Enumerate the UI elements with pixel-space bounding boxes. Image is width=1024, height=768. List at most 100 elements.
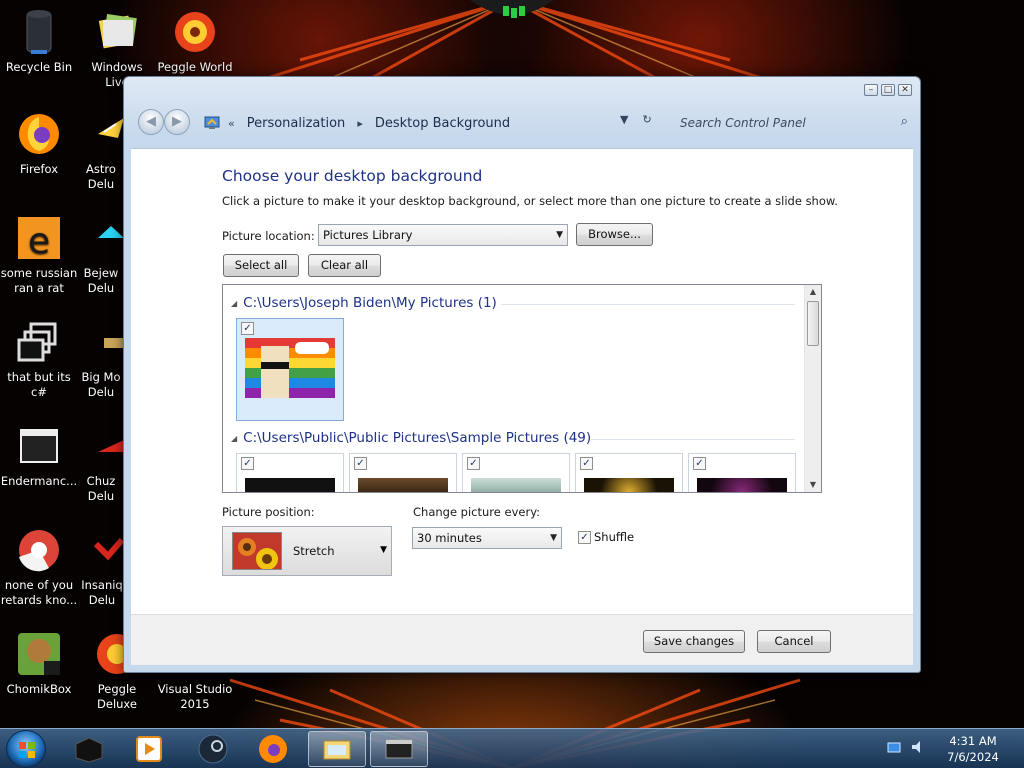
picture-position-label: Picture position:: [222, 505, 315, 519]
network-icon[interactable]: [886, 739, 902, 755]
breadcrumb-personalization[interactable]: Personalization: [243, 116, 350, 131]
gallery-scrollbar[interactable]: ▲ ▼: [804, 285, 821, 492]
thumbnail-sample-2[interactable]: ✓: [349, 453, 457, 492]
breadcrumb-desktop-background[interactable]: Desktop Background: [371, 116, 514, 131]
clear-all-button[interactable]: Clear all: [308, 254, 381, 277]
group-header-sample-pictures[interactable]: ◢ C:\Users\Public\Public Pictures\Sample…: [231, 430, 591, 446]
desktop-icon-some-russian[interactable]: e some russian ran a rat: [0, 214, 78, 296]
clock-date: 7/6/2024: [947, 750, 999, 764]
taskbar-steam[interactable]: [184, 731, 242, 767]
browse-button[interactable]: Browse...: [576, 223, 653, 246]
collapse-triangle-icon[interactable]: ◢: [231, 434, 237, 443]
scroll-thumb[interactable]: [807, 301, 819, 346]
thumbnail-checkbox[interactable]: ✓: [467, 457, 480, 470]
desktop-icon-recycle-bin[interactable]: Recycle Bin: [0, 8, 78, 75]
flower-preview-icon: [232, 532, 282, 570]
change-every-label: Change picture every:: [413, 505, 541, 519]
caption-buttons: – □ ✕: [864, 84, 912, 96]
dialog-footer: Save changes Cancel: [131, 614, 913, 665]
picture-gallery[interactable]: ◢ C:\Users\Joseph Biden\My Pictures (1) …: [222, 284, 822, 493]
page-title: Choose your desktop background: [222, 167, 483, 185]
taskbar-app-box[interactable]: [60, 731, 118, 767]
taskbar-media-player[interactable]: [120, 731, 178, 767]
desktop-icon-peggle-world[interactable]: Peggle World: [156, 8, 234, 75]
desktop-icon-that-but-its-cs[interactable]: that but its c#: [0, 318, 78, 400]
control-panel-icon: [204, 116, 220, 129]
cancel-button[interactable]: Cancel: [757, 630, 831, 653]
group-divider: [501, 304, 795, 305]
bejeweled-icon: [98, 214, 124, 262]
taskbar-app-window[interactable]: [370, 731, 428, 767]
thumbnail-checkbox[interactable]: ✓: [580, 457, 593, 470]
thumbnail-sample-4[interactable]: ✓: [575, 453, 683, 492]
breadcrumb-overflow-chevron[interactable]: «: [228, 117, 235, 130]
taskbar-control-panel[interactable]: [308, 731, 366, 767]
chevron-down-icon: ▼: [550, 533, 557, 543]
back-button[interactable]: ◀: [138, 109, 164, 135]
picture-position-select[interactable]: Stretch ▼: [222, 526, 392, 576]
thumbnail-sample-5[interactable]: ✓: [688, 453, 796, 492]
sample-picture-thumb: [245, 478, 335, 492]
thumbnail-sample-3[interactable]: ✓: [462, 453, 570, 492]
desktop-icon-firefox[interactable]: Firefox: [0, 110, 78, 177]
forward-button[interactable]: ▶: [164, 109, 190, 135]
thumbnail-checkbox[interactable]: ✓: [354, 457, 367, 470]
search-input[interactable]: Search Control Panel ⌕: [672, 111, 912, 135]
thumbnail-sample-1[interactable]: ✓: [236, 453, 344, 492]
ie-icon: e: [15, 214, 63, 262]
group-header-my-pictures[interactable]: ◢ C:\Users\Joseph Biden\My Pictures (1): [231, 295, 497, 311]
thumbnail-checkbox[interactable]: ✓: [693, 457, 706, 470]
sample-picture-thumb: [358, 478, 448, 492]
desktop-icon-insaniquarium[interactable]: Insaniq Delu: [78, 526, 126, 608]
media-player-icon: [136, 736, 162, 762]
refresh-icon[interactable]: ↻: [642, 113, 651, 126]
content-pane: Choose your desktop background Click a p…: [131, 148, 913, 614]
recent-locations-dropdown-icon[interactable]: ▼: [620, 113, 628, 126]
minimize-button[interactable]: –: [864, 84, 878, 96]
peggle-icon: [171, 8, 219, 56]
close-button[interactable]: ✕: [898, 84, 912, 96]
explorer-icon: [323, 740, 351, 760]
group-title: C:\Users\Joseph Biden\My Pictures (1): [243, 295, 497, 311]
desktop-icon-none-of-you[interactable]: none of you retards kno...: [0, 526, 78, 608]
save-changes-button[interactable]: Save changes: [643, 630, 745, 653]
app-window-icon: [15, 422, 63, 470]
breadcrumb: « Personalization ▸ Desktop Background: [204, 111, 664, 135]
app-window-icon: [385, 739, 413, 759]
search-icon[interactable]: ⌕: [901, 114, 908, 129]
shortcut-icon: [15, 318, 63, 366]
maximize-button[interactable]: □: [881, 84, 895, 96]
thumbnail-checkbox[interactable]: ✓: [241, 322, 254, 335]
desktop-icon-endermanch[interactable]: Endermanc...: [0, 422, 78, 489]
volume-icon[interactable]: [910, 739, 926, 755]
change-every-select[interactable]: 30 minutes ▼: [412, 527, 562, 549]
scroll-up-arrow-icon[interactable]: ▲: [805, 285, 821, 299]
taskbar-clock[interactable]: 4:31 AM 7/6/2024: [930, 733, 1016, 765]
desktop-icon-astro[interactable]: Astro Delu: [78, 110, 124, 192]
shuffle-checkbox-box[interactable]: ✓: [578, 530, 591, 544]
address-bar: ◀ ▶ « Personalization ▸ Desktop Backgrou…: [132, 103, 912, 141]
chomikbox-icon: [15, 630, 63, 678]
breadcrumb-separator[interactable]: ▸: [357, 117, 363, 130]
desktop-icon-chomikbox[interactable]: ChomikBox: [0, 630, 78, 697]
svg-text:e: e: [28, 221, 50, 261]
thumbnail-checkbox[interactable]: ✓: [241, 457, 254, 470]
desktop-icon-big-money[interactable]: Big Mo Delu: [78, 318, 124, 400]
picture-position-value: Stretch: [293, 544, 335, 558]
desktop-icon-chuzzle[interactable]: Chuz Delu: [78, 422, 124, 504]
picture-location-select[interactable]: Pictures Library ▼: [318, 224, 568, 246]
picture-location-value: Pictures Library: [323, 228, 413, 242]
clock-time: 4:31 AM: [949, 734, 997, 748]
taskbar-firefox[interactable]: [244, 731, 302, 767]
system-tray: [886, 739, 926, 755]
page-description: Click a picture to make it your desktop …: [222, 194, 838, 208]
shuffle-checkbox[interactable]: ✓ Shuffle: [578, 530, 634, 544]
start-button[interactable]: [6, 730, 46, 768]
firefox-icon: [15, 110, 63, 158]
select-all-button[interactable]: Select all: [223, 254, 299, 277]
scroll-down-arrow-icon[interactable]: ▼: [805, 478, 821, 492]
bigmoney-icon: [98, 318, 124, 366]
desktop-icon-bejeweled[interactable]: Bejew Delu: [78, 214, 124, 296]
collapse-triangle-icon[interactable]: ◢: [231, 299, 237, 308]
thumbnail-my-picture[interactable]: ✓: [236, 318, 344, 421]
